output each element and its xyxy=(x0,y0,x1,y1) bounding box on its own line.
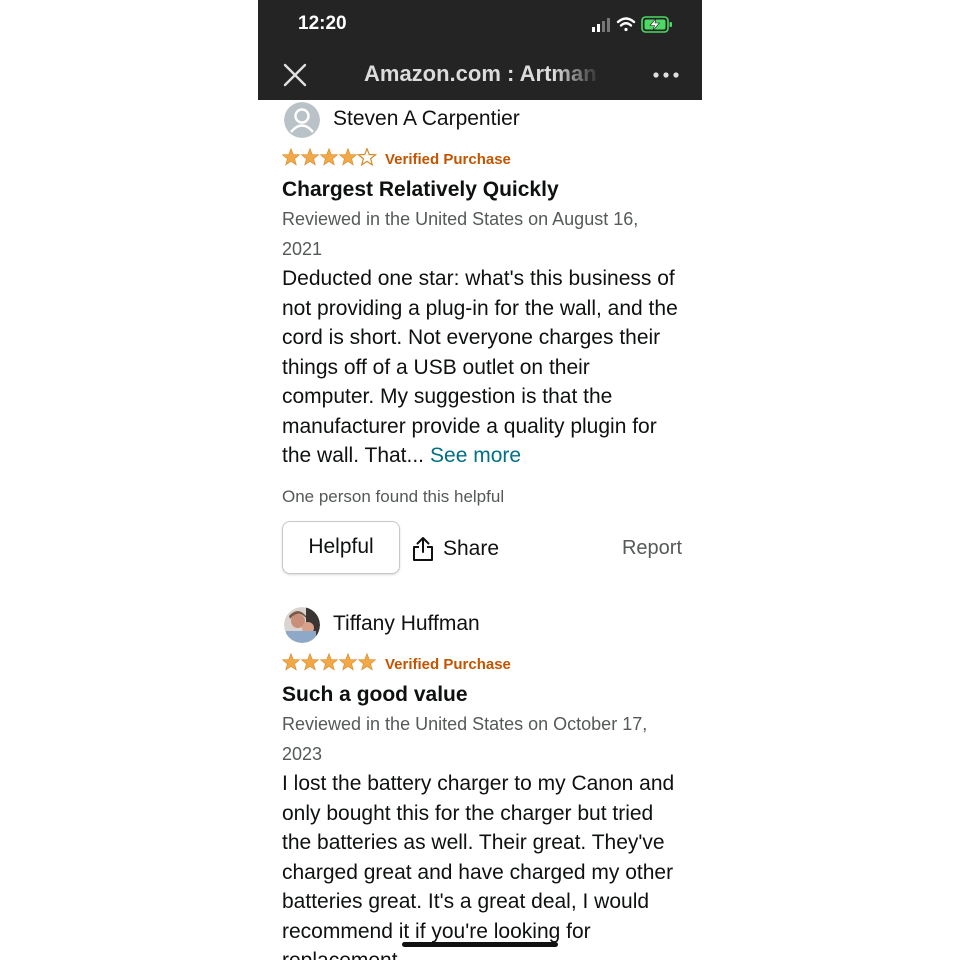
avatar[interactable] xyxy=(284,607,320,643)
reviewer-row: Tiffany Huffman xyxy=(282,606,682,644)
review-date: Reviewed in the United States on October… xyxy=(282,714,648,764)
battery-charging-icon xyxy=(641,16,672,33)
share-label: Share xyxy=(443,536,500,560)
review-text: Deducted one star: what's this business … xyxy=(282,267,678,467)
star-filled xyxy=(357,653,377,671)
review-title[interactable]: Such a good value xyxy=(282,680,682,710)
review-title[interactable]: Chargest Relatively Quickly xyxy=(282,175,682,205)
close-icon xyxy=(283,63,307,87)
review-body: I lost the battery charger to my Canon a… xyxy=(282,772,675,960)
profile-photo-icon xyxy=(284,607,320,643)
more-dots-icon xyxy=(653,72,679,78)
default-user-icon xyxy=(284,102,320,138)
rating-row: Verified Purchase xyxy=(282,644,682,678)
star-empty xyxy=(356,148,378,166)
reviewer-name[interactable]: Tiffany Huffman xyxy=(333,612,480,636)
share-icon xyxy=(413,536,433,561)
verified-purchase-badge: Verified Purchase xyxy=(385,656,511,673)
see-more-link[interactable]: See more xyxy=(430,444,521,467)
reviewer-name[interactable]: Steven A Carpentier xyxy=(333,107,520,131)
cellular-signal-icon xyxy=(592,18,610,32)
avatar[interactable] xyxy=(284,102,320,138)
close-button[interactable] xyxy=(282,62,308,88)
title-fade xyxy=(554,56,610,94)
star-filled xyxy=(300,653,320,671)
status-time: 12:20 xyxy=(298,13,347,34)
report-link[interactable]: Report xyxy=(622,537,682,560)
star-filled xyxy=(282,653,301,671)
review-body: Deducted one star: what's this business … xyxy=(282,264,682,471)
star-rating-icon xyxy=(282,653,377,671)
star-filled xyxy=(338,148,358,166)
star-rating-icon xyxy=(282,148,378,166)
review-card: Steven A Carpentier Verified Purchase Ch… xyxy=(282,101,682,581)
review-card: Tiffany Huffman Verified Purchase Such a… xyxy=(282,606,682,960)
helpful-count: One person found this helpful xyxy=(282,486,505,506)
wifi-icon xyxy=(616,17,636,32)
star-filled xyxy=(338,653,358,671)
browser-title-bar: Amazon.com : Artman xyxy=(258,50,702,100)
star-filled xyxy=(282,148,301,166)
helpful-button[interactable]: Helpful xyxy=(282,520,400,574)
reviewer-row: Steven A Carpentier xyxy=(282,101,682,139)
review-date: Reviewed in the United States on August … xyxy=(282,209,639,259)
verified-purchase-badge: Verified Purchase xyxy=(385,151,511,168)
rating-row: Verified Purchase xyxy=(282,139,682,173)
status-bar: 12:20 xyxy=(258,0,702,50)
star-filled xyxy=(319,653,339,671)
star-filled xyxy=(300,148,320,166)
handwritten-underline xyxy=(402,942,558,947)
status-icons xyxy=(592,14,674,36)
star-filled xyxy=(319,148,339,166)
more-options-button[interactable] xyxy=(652,68,680,82)
phone-screen: 12:20 Amazon.com: Artman Steven A Carpe… xyxy=(258,0,702,960)
review-actions: Helpful Share Report xyxy=(282,520,682,581)
